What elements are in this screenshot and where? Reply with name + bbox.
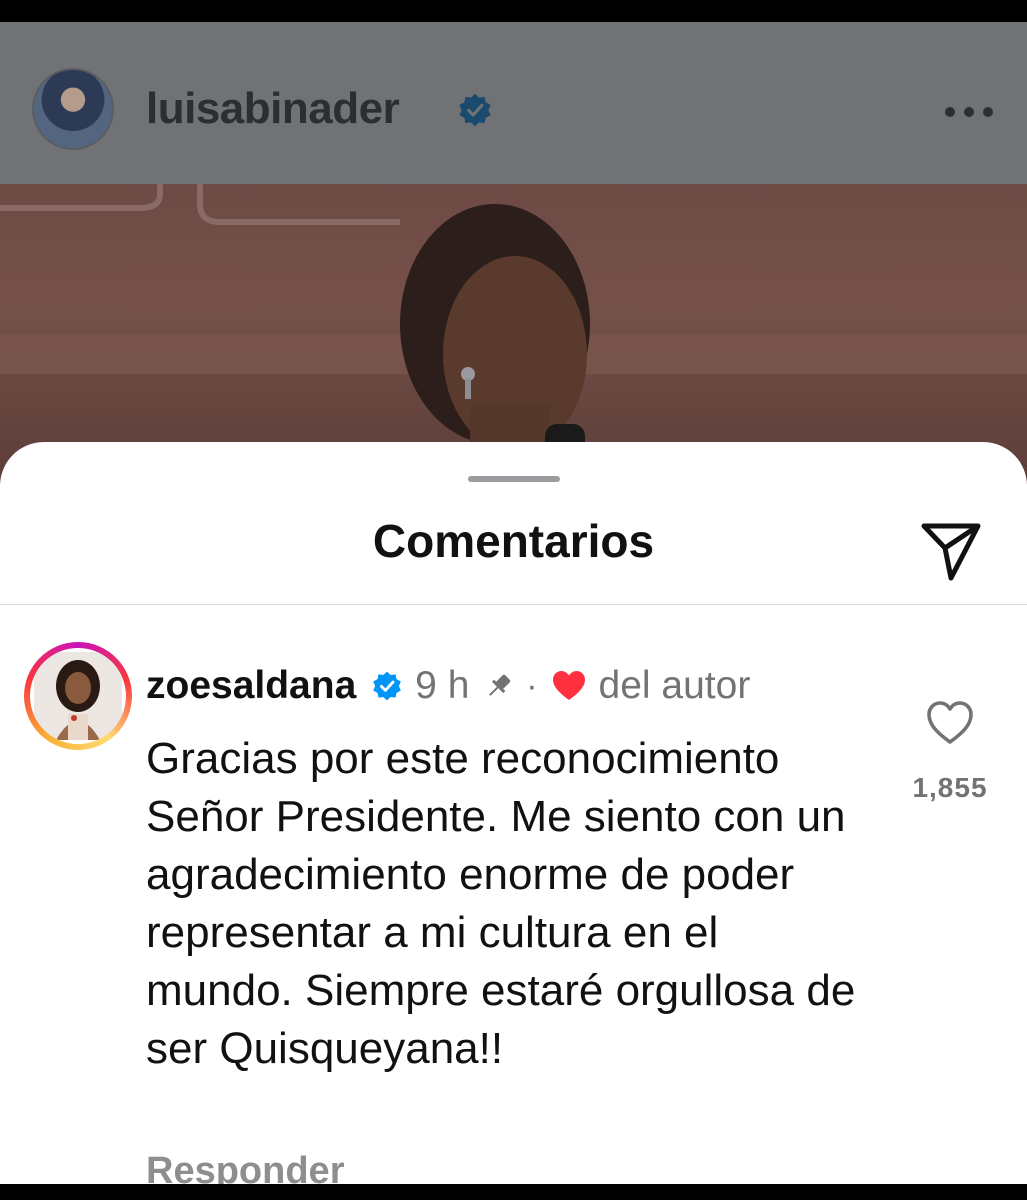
comments-sheet: Comentarios zoesaldana 9 h · del autor G… <box>0 442 1027 1184</box>
heart-icon <box>553 671 586 700</box>
comment-username[interactable]: zoesaldana <box>146 664 356 708</box>
post-header: luisabinader <box>0 22 1027 184</box>
separator-dot: · <box>526 666 538 705</box>
avatar-illustration <box>34 652 122 740</box>
divider <box>0 604 1027 605</box>
comment-time: 9 h <box>415 664 470 707</box>
comment-avatar[interactable] <box>24 642 132 750</box>
like-icon[interactable] <box>926 700 974 746</box>
share-icon[interactable] <box>918 518 984 584</box>
sheet-title: Comentarios <box>372 515 655 567</box>
comment-text: Gracias por este reconocimiento Señor Pr… <box>146 734 856 1073</box>
avatar-photo <box>30 648 126 744</box>
verified-icon <box>372 671 401 701</box>
sheet-drag-handle[interactable] <box>468 476 560 482</box>
app-screen: luisabinader Comentarios zoesaldana 9 h … <box>0 22 1027 1184</box>
verified-icon <box>459 93 491 127</box>
author-like-label: del autor <box>598 664 751 707</box>
more-icon[interactable] <box>944 106 994 118</box>
post-username[interactable]: luisabinader <box>146 84 400 134</box>
pin-icon <box>488 674 511 696</box>
post-image-illustration <box>0 184 1027 484</box>
like-count: 1,855 <box>912 772 988 803</box>
post-image[interactable] <box>0 184 1027 484</box>
comment-meta: zoesaldana 9 h · del autor <box>146 664 750 712</box>
post-author-avatar[interactable] <box>32 68 114 150</box>
reply-button[interactable]: Responder <box>146 1150 344 1184</box>
